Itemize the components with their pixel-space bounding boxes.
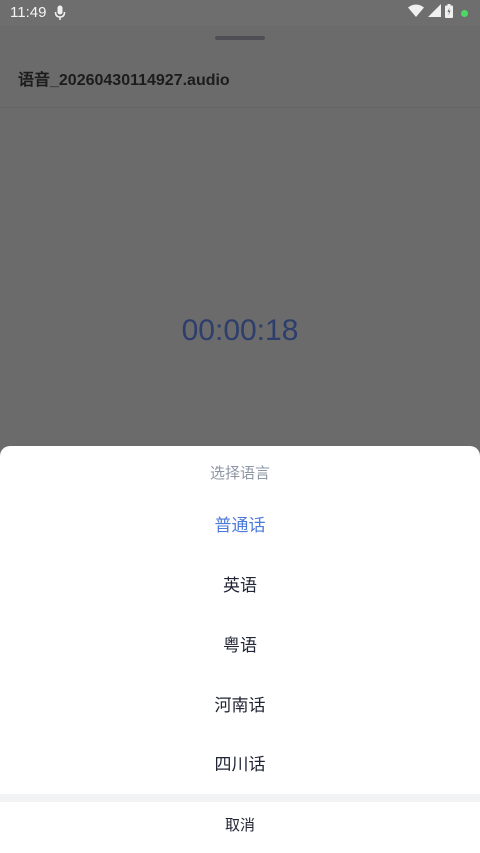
status-icons bbox=[408, 3, 468, 23]
divider bbox=[0, 107, 480, 108]
language-option-english[interactable]: 英语 bbox=[0, 564, 480, 608]
language-option-mandarin[interactable]: 普通话 bbox=[0, 504, 480, 548]
file-title: 语音_20260430114927.audio bbox=[18, 72, 230, 89]
language-option-henan[interactable]: 河南话 bbox=[0, 684, 480, 728]
language-sheet: 选择语言 普通话 英语 粤语 河南话 四川话 取消 bbox=[0, 446, 480, 853]
mic-icon bbox=[54, 5, 66, 21]
sheet-title: 选择语言 bbox=[209, 465, 270, 482]
status-time: 11:49 bbox=[10, 4, 47, 21]
divider bbox=[0, 794, 480, 802]
status-bar: 11:49 bbox=[0, 0, 480, 26]
drag-handle[interactable] bbox=[215, 36, 265, 40]
signal-icon bbox=[428, 4, 441, 22]
language-option-sichuan[interactable]: 四川话 bbox=[0, 743, 480, 787]
wifi-icon bbox=[408, 4, 424, 22]
dot-icon bbox=[461, 9, 468, 17]
cancel-button[interactable]: 取消 bbox=[0, 804, 480, 848]
battery-icon bbox=[445, 3, 453, 23]
language-option-cantonese[interactable]: 粤语 bbox=[0, 624, 480, 668]
recording-timer: 00:00:18 bbox=[181, 314, 299, 347]
